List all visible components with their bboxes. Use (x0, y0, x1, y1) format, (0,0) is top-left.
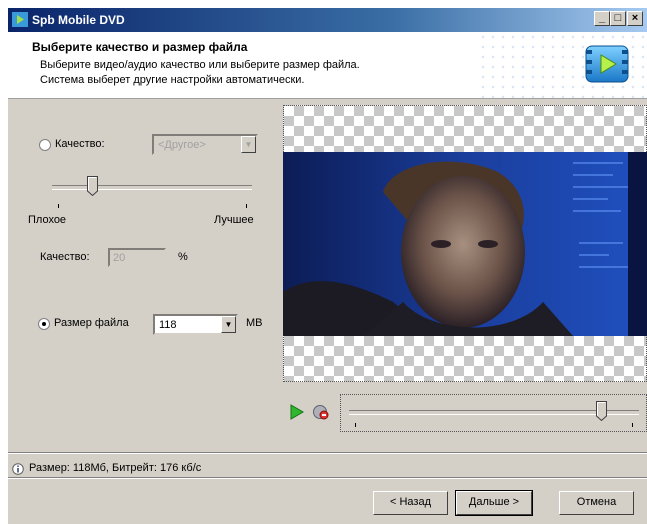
slider-low-label: Плохое (28, 214, 67, 226)
cancel-button[interactable]: Отмена (559, 491, 634, 515)
status-separator (8, 452, 647, 454)
filesize-select[interactable]: 118 ▼ (153, 314, 238, 335)
status-text: Размер: 118Мб, Битрейт: 176 кб/с (29, 462, 202, 474)
next-button[interactable]: Дальше > (455, 490, 533, 516)
buttons-separator (8, 477, 647, 479)
quality-slider-track[interactable] (52, 185, 252, 190)
seek-tick (355, 423, 356, 427)
stop-icon[interactable] (312, 404, 330, 420)
close-button[interactable]: × (627, 11, 643, 26)
maximize-button[interactable]: □ (610, 11, 626, 26)
filesize-radio[interactable] (38, 318, 50, 330)
video-frame-image (283, 152, 647, 336)
page-description-line-1: Выберите видео/аудио качество или выбери… (40, 59, 360, 71)
app-icon (12, 12, 28, 27)
quality-percent-value: 20 (113, 252, 126, 264)
chevron-down-icon: ▼ (221, 316, 236, 333)
filesize-unit: MB (246, 317, 263, 329)
quality-percent-unit: % (178, 251, 188, 263)
slider-tick (246, 204, 247, 208)
page-description-line-2: Система выберет другие настройки автомат… (40, 74, 305, 86)
seek-slider-box[interactable] (340, 394, 647, 432)
chevron-down-icon: ▼ (241, 136, 256, 153)
quality-radio[interactable] (39, 139, 51, 151)
seek-tick (632, 423, 633, 427)
app-logo-icon (585, 45, 629, 83)
slider-high-label: Лучшее (214, 214, 254, 226)
title-bar[interactable]: Spb Mobile DVD _ □ × (8, 8, 647, 32)
filesize-radio-label: Размер файла (54, 317, 129, 329)
info-icon (12, 463, 24, 475)
quality-percent-field[interactable]: 20 (108, 248, 166, 267)
window-title: Spb Mobile DVD (32, 13, 125, 27)
quality-radio-label: Качество: (55, 138, 105, 150)
wizard-window: Spb Mobile DVD _ □ × Выберите качество и… (8, 8, 647, 524)
filesize-value: 118 (159, 319, 177, 331)
wizard-header: Выберите качество и размер файла Выберит… (8, 32, 647, 99)
minimize-button[interactable]: _ (594, 11, 610, 26)
quality-preset-select[interactable]: <Другое> ▼ (152, 134, 258, 155)
quality-slider-thumb[interactable] (87, 176, 98, 196)
play-icon[interactable] (290, 404, 304, 420)
quality-preset-value: <Другое> (158, 139, 206, 151)
back-button[interactable]: < Назад (373, 491, 448, 515)
slider-tick (58, 204, 59, 208)
page-title: Выберите качество и размер файла (32, 40, 248, 54)
seek-slider-thumb[interactable] (596, 401, 608, 421)
quality-field-label: Качество: (40, 251, 90, 263)
